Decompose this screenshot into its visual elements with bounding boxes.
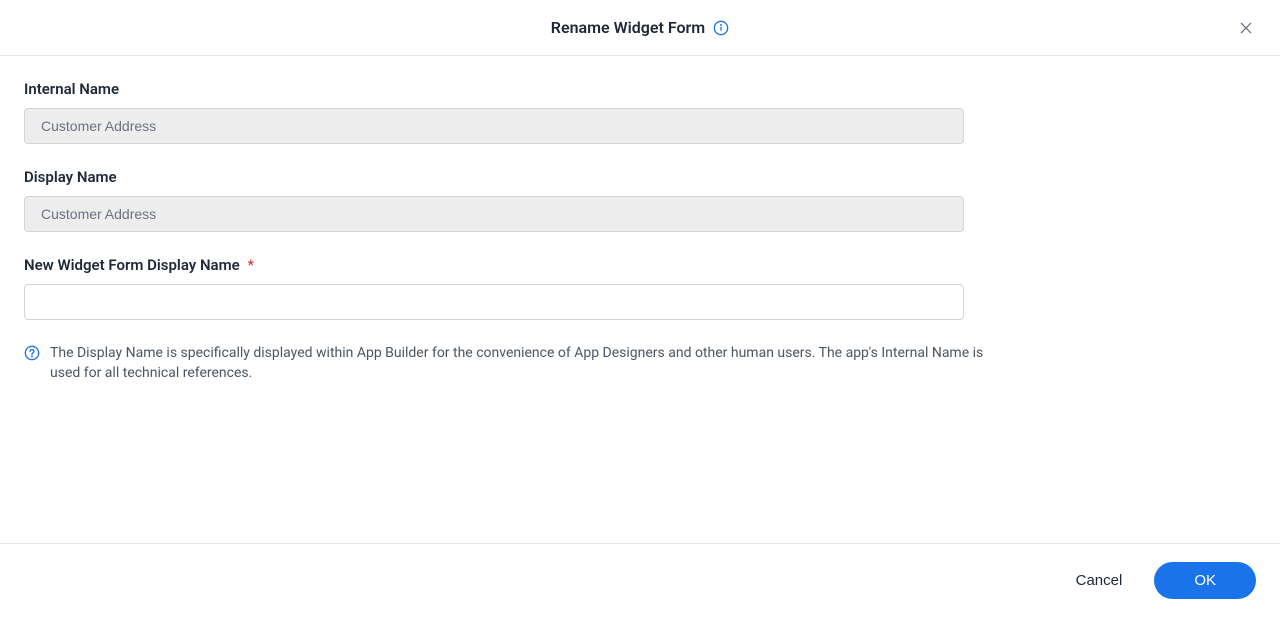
- form-group-new-display-name: New Widget Form Display Name *: [24, 256, 1256, 320]
- dialog-title-row: Rename Widget Form: [551, 18, 729, 37]
- form-group-internal-name: Internal Name: [24, 80, 1256, 144]
- internal-name-label: Internal Name: [24, 80, 1256, 98]
- internal-name-input: [24, 108, 964, 144]
- dialog-body: Internal Name Display Name New Widget Fo…: [0, 56, 1280, 407]
- help-text: The Display Name is specifically display…: [50, 344, 994, 383]
- close-icon[interactable]: [1236, 18, 1256, 38]
- new-display-name-label-text: New Widget Form Display Name: [24, 256, 240, 274]
- display-name-label: Display Name: [24, 168, 1256, 186]
- help-icon: [24, 345, 40, 361]
- dialog-footer: Cancel OK: [0, 543, 1280, 617]
- ok-button[interactable]: OK: [1154, 562, 1256, 599]
- form-group-display-name: Display Name: [24, 168, 1256, 232]
- display-name-input: [24, 196, 964, 232]
- help-row: The Display Name is specifically display…: [24, 344, 994, 383]
- dialog-title: Rename Widget Form: [551, 18, 705, 37]
- info-icon[interactable]: [713, 20, 729, 36]
- dialog-header: Rename Widget Form: [0, 0, 1280, 56]
- new-display-name-label: New Widget Form Display Name *: [24, 256, 1256, 274]
- required-asterisk: *: [247, 256, 253, 274]
- cancel-button[interactable]: Cancel: [1072, 564, 1127, 597]
- new-display-name-input[interactable]: [24, 284, 964, 320]
